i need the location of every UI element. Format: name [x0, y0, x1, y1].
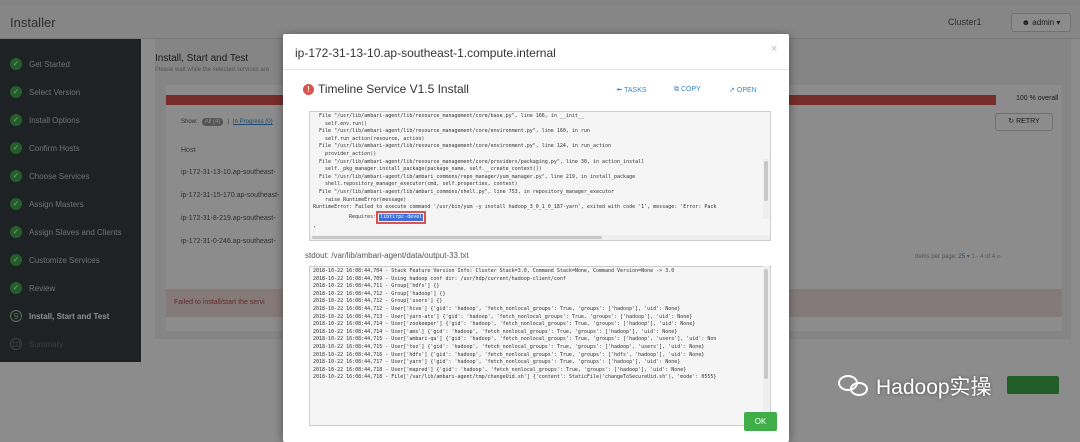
highlighted-package: libtirpc-devel: [376, 210, 427, 225]
tasks-link[interactable]: 🠘 TASKS: [616, 86, 647, 97]
stdout-vertical-scrollbar[interactable]: [763, 266, 769, 426]
task-title: Timeline Service V1.5 Install: [318, 82, 469, 96]
stdout-label: stdout: /var/lib/ambari-agent/data/outpu…: [305, 251, 469, 260]
copy-link[interactable]: ⧉ COPY: [674, 86, 701, 94]
exclamation-icon: !: [303, 84, 314, 95]
ok-button[interactable]: OK: [744, 412, 777, 431]
open-link[interactable]: ↗ OPEN: [729, 86, 757, 94]
close-icon[interactable]: ×: [771, 43, 777, 55]
stderr-vertical-scrollbar[interactable]: [763, 159, 769, 219]
external-link-icon: ↗: [729, 87, 735, 94]
stderr-text: File "/usr/lib/ambari-agent/lib/resource…: [313, 113, 717, 211]
stdout-log[interactable]: 2018-10-22 16:08:44,704 - Stack Feature …: [309, 266, 771, 426]
tasks-label: TASKS: [624, 87, 647, 94]
host-log-modal: ip-172-31-13-10.ap-southeast-1.compute.i…: [283, 34, 789, 442]
watermark-text: Hadoop实操: [876, 376, 992, 399]
arrow-left-icon: 🠘: [616, 87, 623, 94]
stdout-text: 2018-10-22 16:08:44,704 - Stack Feature …: [313, 268, 717, 381]
watermark: Hadoop实操: [838, 371, 992, 401]
wechat-icon: [838, 373, 870, 399]
copy-label: COPY: [681, 86, 701, 93]
modal-title: ip-172-31-13-10.ap-southeast-1.compute.i…: [295, 46, 556, 60]
stderr-requires-line: Requires: libtirpc-devel: [310, 210, 770, 225]
copy-icon: ⧉: [674, 86, 679, 93]
stderr-tail: ,: [313, 223, 317, 230]
stderr-log[interactable]: File "/usr/lib/ambari-agent/lib/resource…: [309, 111, 771, 241]
service-task-header: ! Timeline Service V1.5 Install 🠘 TASKS ⧉…: [303, 82, 773, 100]
requires-prefix: Requires:: [349, 213, 377, 220]
modal-divider: [283, 69, 789, 70]
open-label: OPEN: [736, 87, 757, 94]
horizontal-scrollbar[interactable]: [310, 235, 770, 240]
